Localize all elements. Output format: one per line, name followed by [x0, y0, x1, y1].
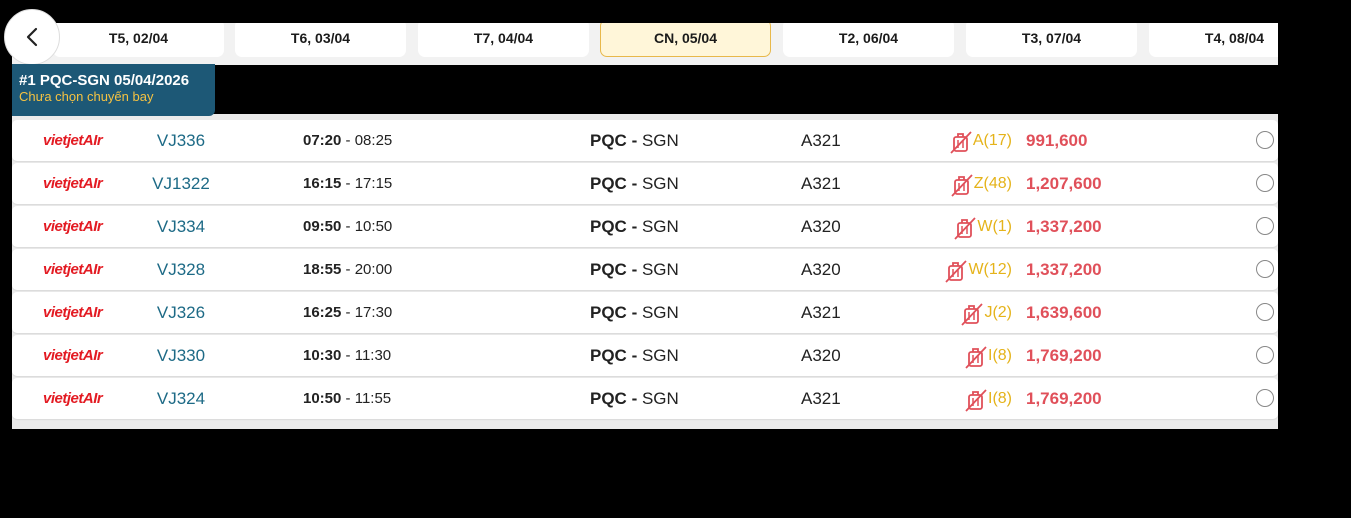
flight-row[interactable]: vietjetAIr VJ326 16:25 - 17:30 PQC - SGN A32… [12, 292, 1278, 333]
flight-time: 16:15 - 17:15 [303, 175, 393, 192]
airline-logo: vietjetAIr [43, 132, 103, 149]
flight-time: 10:50 - 11:55 [303, 390, 392, 407]
no-baggage-icon [965, 387, 987, 412]
date-tab[interactable]: CN, 05/04 [600, 23, 771, 57]
flight-row[interactable]: vietjetAIr VJ324 10:50 - 11:55 PQC - SGN A32… [12, 378, 1278, 419]
airline-logo: vietjetAIr [43, 261, 103, 278]
flight-code: VJ330 [156, 346, 206, 365]
fare-price: 1,337,200 [1026, 260, 1102, 279]
flight-row[interactable]: vietjetAIr VJ330 10:30 - 11:30 PQC - SGN A32… [12, 335, 1278, 376]
flight-code: VJ326 [156, 303, 206, 322]
fare-price: 1,769,200 [1026, 389, 1102, 408]
fare-price: 991,600 [1026, 131, 1088, 150]
date-tab[interactable]: T6, 03/04 [235, 23, 406, 57]
date-strip: T5, 02/04 T6, 03/04 T7, 04/04 CN, 05/04 T2, … [12, 23, 1278, 65]
flight-time: 07:20 - 08:25 [303, 132, 393, 149]
flight-selection-panel: T5, 02/04 T6, 03/04 T7, 04/04 CN, 05/04 T2, … [4, 9, 1278, 429]
date-tab[interactable]: T2, 06/04 [783, 23, 954, 57]
no-baggage-icon [965, 344, 987, 369]
airline-logo: vietjetAIr [43, 218, 103, 235]
no-baggage-icon [961, 301, 984, 326]
select-flight-radio[interactable] [1256, 174, 1274, 192]
flight-time: 09:50 - 10:50 [303, 218, 393, 235]
fare-class: Z(48) [932, 163, 1012, 204]
flight-code: VJ1322 [152, 174, 210, 193]
no-baggage-icon [954, 215, 976, 240]
flight-route: PQC - SGN [590, 389, 679, 408]
flight-time: 10:30 - 11:30 [303, 347, 392, 364]
date-tab[interactable]: T7, 04/04 [418, 23, 589, 57]
flight-code: VJ336 [156, 131, 206, 150]
airline-logo: vietjetAIr [43, 347, 103, 364]
select-flight-radio[interactable] [1256, 389, 1274, 407]
fare-class: A(17) [932, 120, 1012, 161]
flight-time: 16:25 - 17:30 [303, 304, 393, 321]
flight-route: PQC - SGN [590, 346, 679, 365]
date-tab[interactable]: T5, 02/04 [53, 23, 224, 57]
fare-class: W(12) [932, 249, 1012, 290]
aircraft-type: A320 [801, 346, 841, 365]
flight-route: PQC - SGN [590, 217, 679, 236]
flight-time: 18:55 - 20:00 [303, 261, 393, 278]
select-flight-radio[interactable] [1256, 346, 1274, 364]
fare-price: 1,639,600 [1026, 303, 1102, 322]
aircraft-type: A320 [801, 217, 841, 236]
aircraft-type: A320 [801, 260, 841, 279]
date-tab[interactable]: T3, 07/04 [966, 23, 1137, 57]
fare-price: 1,769,200 [1026, 346, 1102, 365]
aircraft-type: A321 [801, 303, 841, 322]
airline-logo: vietjetAIr [43, 304, 103, 321]
flight-route: PQC - SGN [590, 260, 679, 279]
flight-route: PQC - SGN [590, 303, 679, 322]
fare-price: 1,207,600 [1026, 174, 1102, 193]
flight-code: VJ328 [156, 260, 206, 279]
fare-class: J(2) [932, 292, 1012, 333]
chevron-left-icon [26, 27, 38, 47]
no-baggage-icon [950, 129, 972, 154]
airline-logo: vietjetAIr [43, 175, 103, 192]
fare-price: 1,337,200 [1026, 217, 1102, 236]
aircraft-type: A321 [801, 389, 841, 408]
back-button[interactable] [4, 9, 60, 65]
select-flight-radio[interactable] [1256, 131, 1274, 149]
flight-route: PQC - SGN [590, 131, 679, 150]
flight-code: VJ334 [156, 217, 206, 236]
flight-code: VJ324 [156, 389, 206, 408]
fare-class: I(8) [932, 335, 1012, 376]
aircraft-type: A321 [801, 131, 841, 150]
leg-title: #1 PQC-SGN 05/04/2026 [19, 72, 190, 89]
airline-logo: vietjetAIr [43, 390, 103, 407]
select-flight-radio[interactable] [1256, 303, 1274, 321]
fare-class: W(1) [932, 206, 1012, 247]
flight-row[interactable]: vietjetAIr VJ336 07:20 - 08:25 PQC - SGN A32… [12, 120, 1278, 161]
no-baggage-icon [945, 258, 968, 283]
flight-row[interactable]: vietjetAIr VJ1322 16:15 - 17:15 PQC - SGN A3… [12, 163, 1278, 204]
select-flight-radio[interactable] [1256, 260, 1274, 278]
flight-route: PQC - SGN [590, 174, 679, 193]
leg-status: Chưa chọn chuyến bay [19, 89, 154, 104]
fare-class: I(8) [932, 378, 1012, 419]
select-flight-radio[interactable] [1256, 217, 1274, 235]
date-tab[interactable]: T4, 08/04 [1149, 23, 1278, 57]
no-baggage-icon [951, 172, 973, 197]
aircraft-type: A321 [801, 174, 841, 193]
leg-badge: #1 PQC-SGN 05/04/2026 Chưa chọn chuyến b… [12, 64, 215, 116]
flight-row[interactable]: vietjetAIr VJ328 18:55 - 20:00 PQC - SGN A32… [12, 249, 1278, 290]
flight-row[interactable]: vietjetAIr VJ334 09:50 - 10:50 PQC - SGN A32… [12, 206, 1278, 247]
